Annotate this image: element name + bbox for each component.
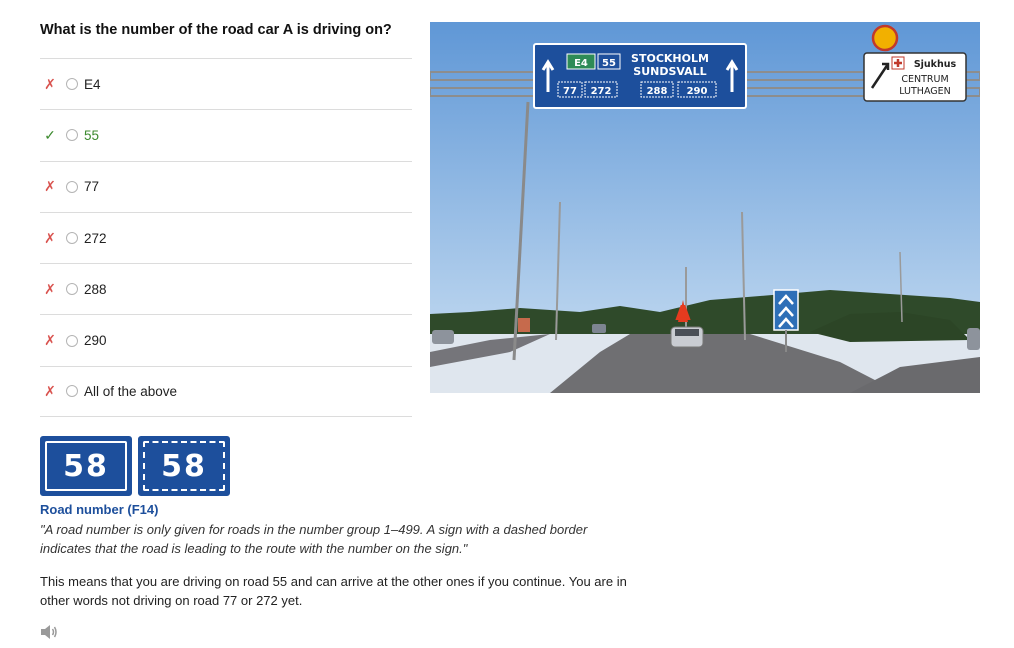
- question-text: What is the number of the road car A is …: [40, 22, 392, 38]
- road-photo: E4 55 STOCKHOLM SUNDSVALL 77 272 288 290…: [430, 22, 980, 393]
- answer-option-77[interactable]: ✗ 77: [40, 160, 412, 212]
- sign-road-288: 288: [647, 86, 668, 97]
- radio-button[interactable]: [66, 180, 78, 193]
- radio-button[interactable]: [66, 78, 78, 91]
- road-number-sign-solid: 58: [40, 436, 132, 496]
- road-number: 58: [63, 448, 109, 484]
- speaker-icon[interactable]: [40, 624, 58, 640]
- sign-road-272: 272: [591, 86, 612, 97]
- road-number: 58: [161, 448, 207, 484]
- answer-option-all[interactable]: ✗ All of the above: [40, 365, 412, 418]
- answer-option-290[interactable]: ✗ 290: [40, 314, 412, 365]
- hospital-sign-line-2: CENTRUM: [901, 74, 948, 85]
- sign-title: Road number (F14): [40, 502, 159, 517]
- sign-description: "A road number is only given for roads i…: [40, 522, 588, 556]
- answer-list: ✗ E4 ✓ 55 ✗ 77 ✗ 272 ✗ 288 ✗ 290 ✗ All o…: [40, 58, 412, 418]
- radio-button[interactable]: [66, 232, 78, 245]
- hospital-sign-line-1: Sjukhus: [914, 59, 957, 70]
- radio-button[interactable]: [66, 129, 78, 142]
- truck: [518, 318, 530, 332]
- wrong-mark-icon: ✗: [44, 382, 56, 399]
- answer-option-55[interactable]: ✓ 55: [40, 109, 412, 160]
- answer-label: 55: [84, 127, 100, 143]
- car-label: A: [675, 301, 691, 325]
- road-number-sign-dashed: 58: [138, 436, 230, 496]
- sign-border: 58: [45, 441, 127, 491]
- answer-label: E4: [84, 76, 101, 92]
- wrong-mark-icon: ✗: [44, 332, 56, 349]
- correct-mark-icon: ✓: [44, 126, 56, 143]
- answer-option-272[interactable]: ✗ 272: [40, 211, 412, 263]
- radio-button[interactable]: [66, 385, 78, 398]
- wrong-mark-icon: ✗: [44, 178, 56, 195]
- answer-option-e4[interactable]: ✗ E4: [40, 58, 412, 109]
- sign-dashed-border: 58: [143, 441, 225, 491]
- vehicle: [967, 328, 980, 350]
- explanation-text: This means that you are driving on road …: [40, 574, 627, 608]
- hospital-sign-line-3: LUTHAGEN: [899, 86, 951, 97]
- sign-destination-1: STOCKHOLM: [631, 52, 709, 65]
- road-number-signs: 58 58: [40, 436, 230, 496]
- answer-label: 290: [84, 333, 107, 349]
- sign-route-num: 55: [602, 58, 616, 69]
- answer-label: All of the above: [84, 383, 178, 399]
- road-scene: E4 55 STOCKHOLM SUNDSVALL 77 272 288 290…: [430, 22, 980, 393]
- overhead-sign: E4 55 STOCKHOLM SUNDSVALL 77 272 288 290: [533, 43, 747, 109]
- sign-road-290: 290: [687, 86, 708, 97]
- answer-label: 288: [84, 281, 107, 297]
- sign-route-e: E4: [574, 58, 588, 69]
- sign-destination-2: SUNDSVALL: [633, 65, 706, 78]
- wrong-mark-icon: ✗: [44, 75, 56, 92]
- radio-button[interactable]: [66, 334, 78, 347]
- vehicle: [592, 324, 606, 333]
- answer-label: 272: [84, 230, 107, 246]
- answer-option-288[interactable]: ✗ 288: [40, 263, 412, 314]
- wrong-mark-icon: ✗: [44, 229, 56, 246]
- wrong-mark-icon: ✗: [44, 280, 56, 297]
- radio-button[interactable]: [66, 283, 78, 296]
- answer-label: 77: [84, 179, 100, 195]
- sign-road-77: 77: [563, 86, 577, 97]
- vehicle: [432, 330, 454, 344]
